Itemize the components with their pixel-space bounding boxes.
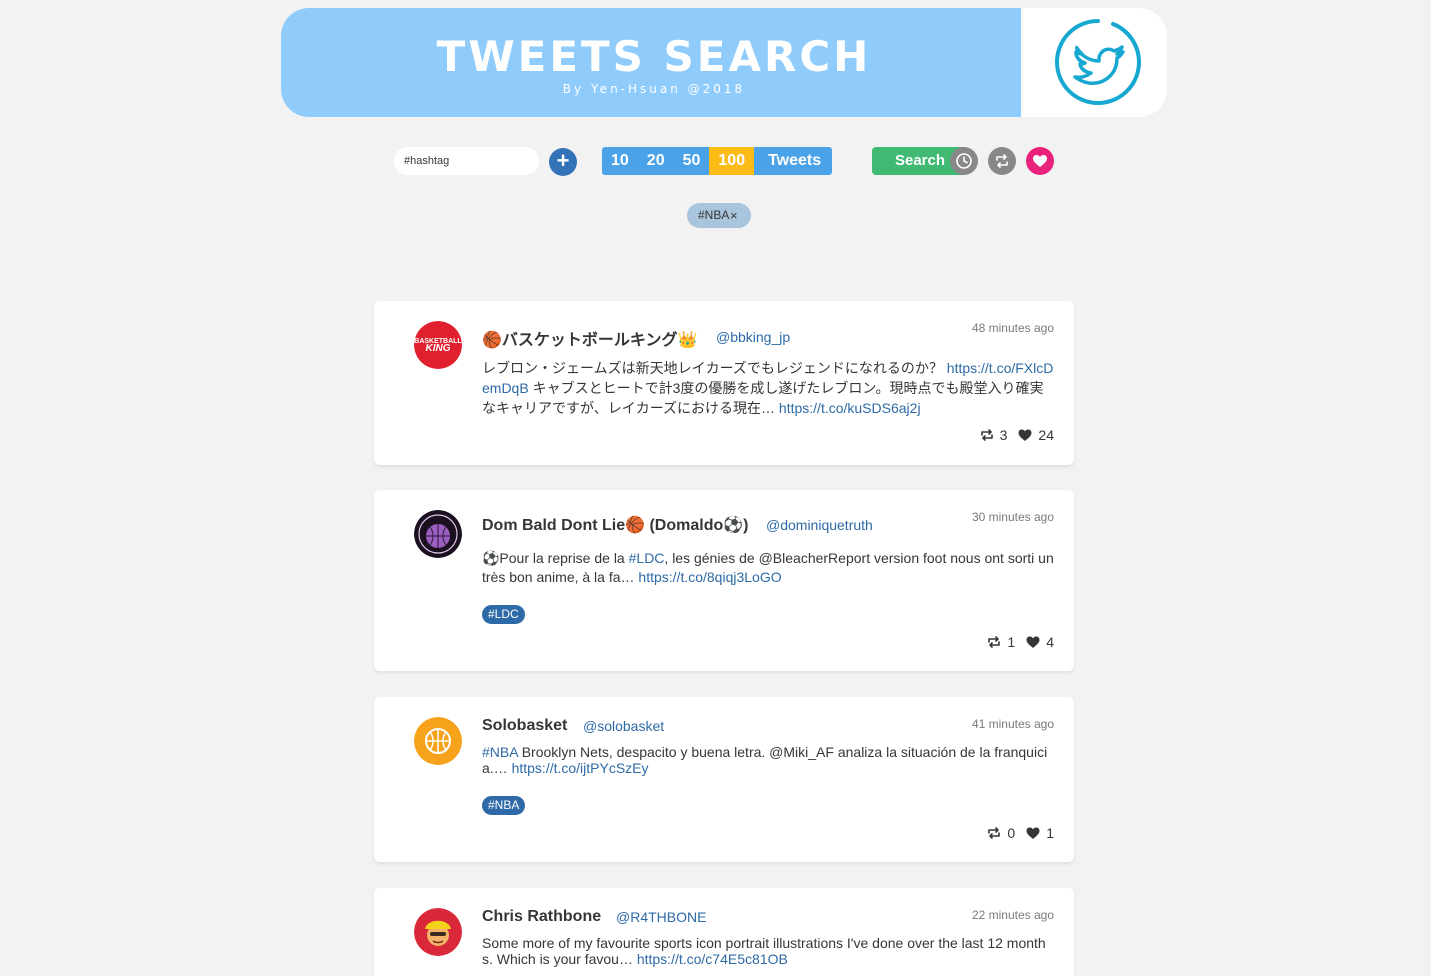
- tweet-text: #NBA Brooklyn Nets, despacito y buena le…: [482, 744, 1054, 776]
- tweet-timestamp: 30 minutes ago: [971, 510, 1054, 524]
- hashtag-badge[interactable]: #LDC: [482, 605, 525, 624]
- tag-chip-label: #NBA: [698, 208, 730, 222]
- heart-icon[interactable]: [1025, 825, 1041, 841]
- count-50-button[interactable]: 50: [673, 147, 710, 175]
- like-count: 1: [1046, 825, 1054, 841]
- heart-icon[interactable]: [1025, 634, 1041, 650]
- tweet-link[interactable]: #LDC: [629, 550, 665, 566]
- tweet-text: ⚽Pour la reprise de la #LDC, les génies …: [482, 549, 1054, 587]
- tweet-timestamp: 48 minutes ago: [971, 321, 1054, 335]
- tweet-link[interactable]: https://t.co/8qiqj3LoGO: [638, 569, 781, 585]
- heart-icon[interactable]: [1026, 147, 1054, 175]
- tweet-card: Dom Bald Dont Lie🏀 (Domaldo⚽) @dominique…: [374, 490, 1074, 671]
- like-count: 24: [1038, 427, 1054, 443]
- tweet-text: レブロン・ジェームズは新天地レイカーズでもレジェンドになれるのか？ https:…: [482, 358, 1054, 418]
- tweet-author-name[interactable]: Dom Bald Dont Lie🏀 (Domaldo⚽): [482, 515, 749, 535]
- tweet-author-handle[interactable]: @solobasket: [583, 718, 664, 734]
- tweet-timestamp: 41 minutes ago: [971, 717, 1054, 731]
- add-hashtag-button[interactable]: +: [549, 148, 577, 176]
- count-100-button[interactable]: 100: [709, 147, 755, 175]
- header-banner: TWEETS SEARCH By Yen-Hsuan @2018: [281, 8, 1167, 117]
- tweet-card: Solobasket @solobasket 41 minutes ago #N…: [374, 697, 1074, 862]
- retweet-count: 0: [1007, 825, 1016, 841]
- like-count: 4: [1046, 634, 1054, 650]
- avatar[interactable]: BASKETBALL KING: [414, 321, 462, 369]
- hashtag-input[interactable]: [394, 147, 539, 175]
- count-20-button[interactable]: 20: [637, 147, 674, 175]
- heart-icon[interactable]: [1017, 427, 1033, 443]
- tweet-author-name[interactable]: Solobasket: [482, 717, 567, 735]
- page-title: TWEETS SEARCH: [436, 32, 872, 81]
- twitter-bird-icon: [1053, 17, 1143, 107]
- tweet-stats: 3 24: [979, 427, 1054, 443]
- page-subtitle: By Yen-Hsuan @2018: [562, 82, 746, 96]
- tweet-link[interactable]: https://t.co/kuSDS6aj2j: [779, 400, 921, 416]
- tweet-author-handle[interactable]: @R4THBONE: [616, 909, 706, 925]
- search-controls: + 10 20 50 100 Tweets Search: [0, 146, 1431, 176]
- tweet-stats: 1 4: [986, 634, 1054, 650]
- tweet-text-segment: レブロン・ジェームズは新天地レイカーズでもレジェンドになれるのか？: [482, 360, 947, 376]
- avatar[interactable]: [414, 717, 462, 765]
- retweet-icon[interactable]: [986, 825, 1002, 841]
- svg-text:KING: KING: [426, 343, 451, 354]
- tweet-card: BASKETBALL KING 🏀バスケットボールキング👑 @bbking_jp…: [374, 301, 1074, 465]
- tweet-timestamp: 22 minutes ago: [971, 908, 1054, 922]
- tweet-text-segment: キャブスとヒートで計3度の優勝を成し遂げたレブロン。現時点でも殿堂入り確実なキャ…: [482, 380, 1044, 416]
- tweet-author-name[interactable]: 🏀バスケットボールキング👑: [482, 326, 697, 350]
- retweet-icon[interactable]: [979, 427, 995, 443]
- tweet-text: Some more of my favourite sports icon po…: [482, 935, 1054, 967]
- tweet-card: Chris Rathbone @R4THBONE 22 minutes ago …: [374, 888, 1074, 976]
- remove-tag-icon[interactable]: ×: [730, 203, 738, 228]
- tweet-link[interactable]: https://t.co/c74E5c81OB: [637, 951, 788, 967]
- tweet-author-handle[interactable]: @dominiquetruth: [766, 517, 873, 533]
- tweet-author-name[interactable]: Chris Rathbone: [482, 908, 601, 926]
- tweet-author-handle[interactable]: @bbking_jp: [716, 329, 790, 345]
- retweet-count: 3: [999, 427, 1008, 443]
- retweet-count: 1: [1007, 634, 1016, 650]
- avatar[interactable]: [414, 908, 462, 956]
- tweet-text-segment: ⚽Pour la reprise de la: [482, 550, 629, 566]
- clock-icon[interactable]: [950, 147, 978, 175]
- tweet-count-selector: 10 20 50 100 Tweets: [602, 147, 833, 175]
- tweet-stats: 0 1: [986, 825, 1054, 841]
- tag-chip-nba: #NBA ×: [687, 203, 751, 228]
- retweet-icon[interactable]: [986, 634, 1002, 650]
- tweet-link[interactable]: #NBA: [482, 744, 518, 760]
- hashtag-badge[interactable]: #NBA: [482, 796, 526, 815]
- count-unit-label: Tweets: [754, 147, 833, 175]
- count-10-button[interactable]: 10: [602, 147, 638, 175]
- tweet-link[interactable]: https://t.co/ijtPYcSzEy: [512, 760, 649, 776]
- retweet-icon[interactable]: [988, 147, 1016, 175]
- avatar[interactable]: [414, 510, 462, 558]
